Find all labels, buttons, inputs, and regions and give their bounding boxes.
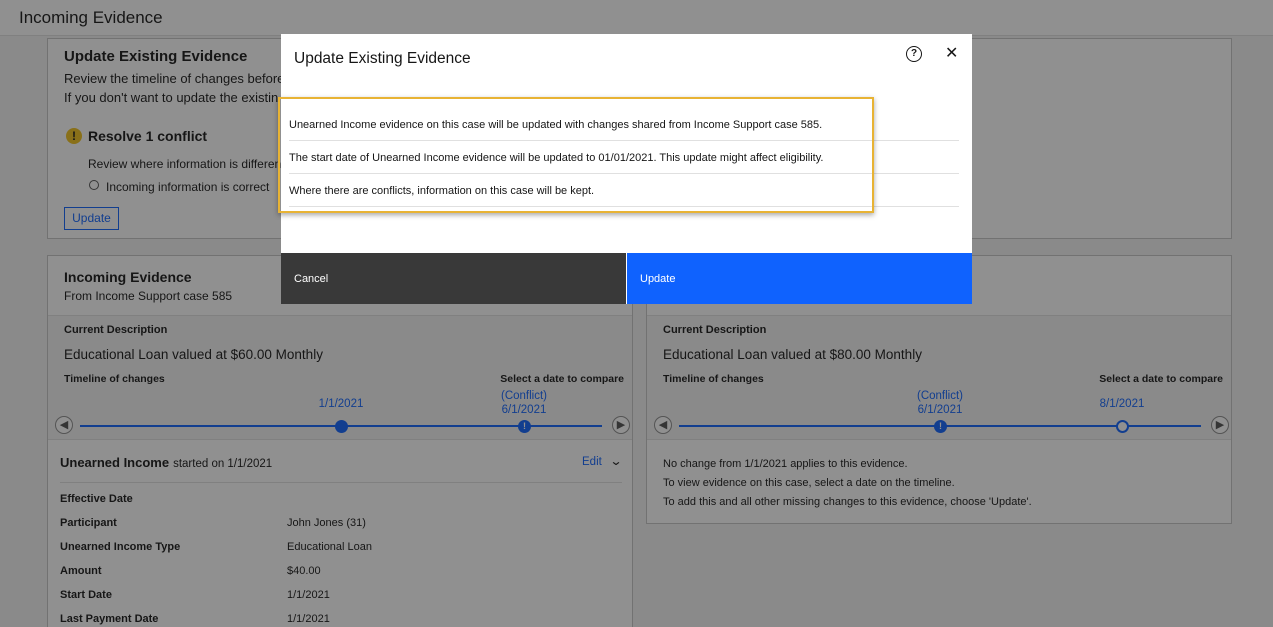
highlight-annotation-box (278, 97, 874, 213)
cancel-button[interactable]: Cancel (281, 253, 626, 304)
modal-footer: Cancel Update (281, 253, 972, 304)
update-evidence-modal: Update Existing Evidence ? ✕ Unearned In… (278, 34, 972, 304)
modal-title: Update Existing Evidence (294, 50, 471, 67)
help-icon[interactable]: ? (906, 46, 922, 62)
update-button[interactable]: Update (627, 253, 972, 304)
close-icon[interactable]: ✕ (945, 43, 958, 63)
